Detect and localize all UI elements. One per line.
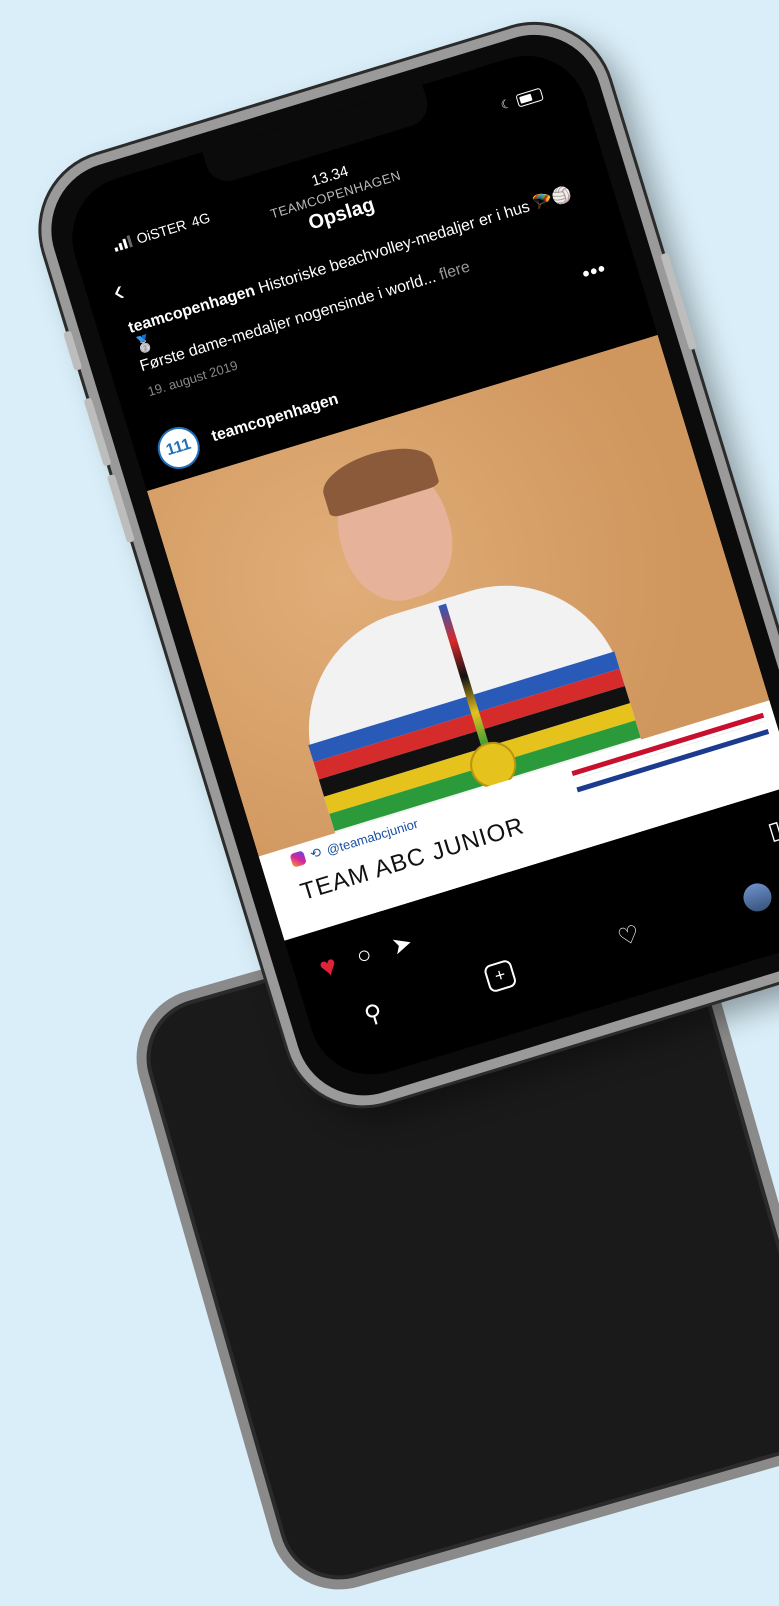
search-icon[interactable]: ⚲ (361, 998, 386, 1031)
phone-screen: OiSTER 4G 13.34 ☾ TEAMCOPENHAGEN Opslag … (56, 40, 779, 1090)
instagram-icon (289, 850, 307, 868)
volume-up-button (83, 397, 112, 467)
profile-avatar[interactable] (739, 879, 775, 915)
comment-icon[interactable]: ○ (353, 940, 375, 971)
bookmark-icon[interactable]: ▯ (764, 815, 779, 847)
share-icon[interactable]: ➤ (388, 928, 416, 962)
post-actions-left: ♥ ○ ➤ (316, 926, 416, 984)
power-button (660, 252, 698, 351)
add-post-icon[interactable]: + (482, 958, 518, 994)
mute-switch (63, 330, 83, 372)
moon-icon: ☾ (499, 95, 514, 113)
activity-heart-icon[interactable]: ♡ (614, 919, 643, 953)
volume-down-button (106, 473, 136, 544)
like-icon[interactable]: ♥ (316, 949, 341, 984)
repost-icon: ⟲ (308, 844, 324, 862)
phone-frame: OiSTER 4G 13.34 ☾ TEAMCOPENHAGEN Opslag … (22, 5, 779, 1125)
avatar[interactable]: 111 (152, 421, 206, 475)
